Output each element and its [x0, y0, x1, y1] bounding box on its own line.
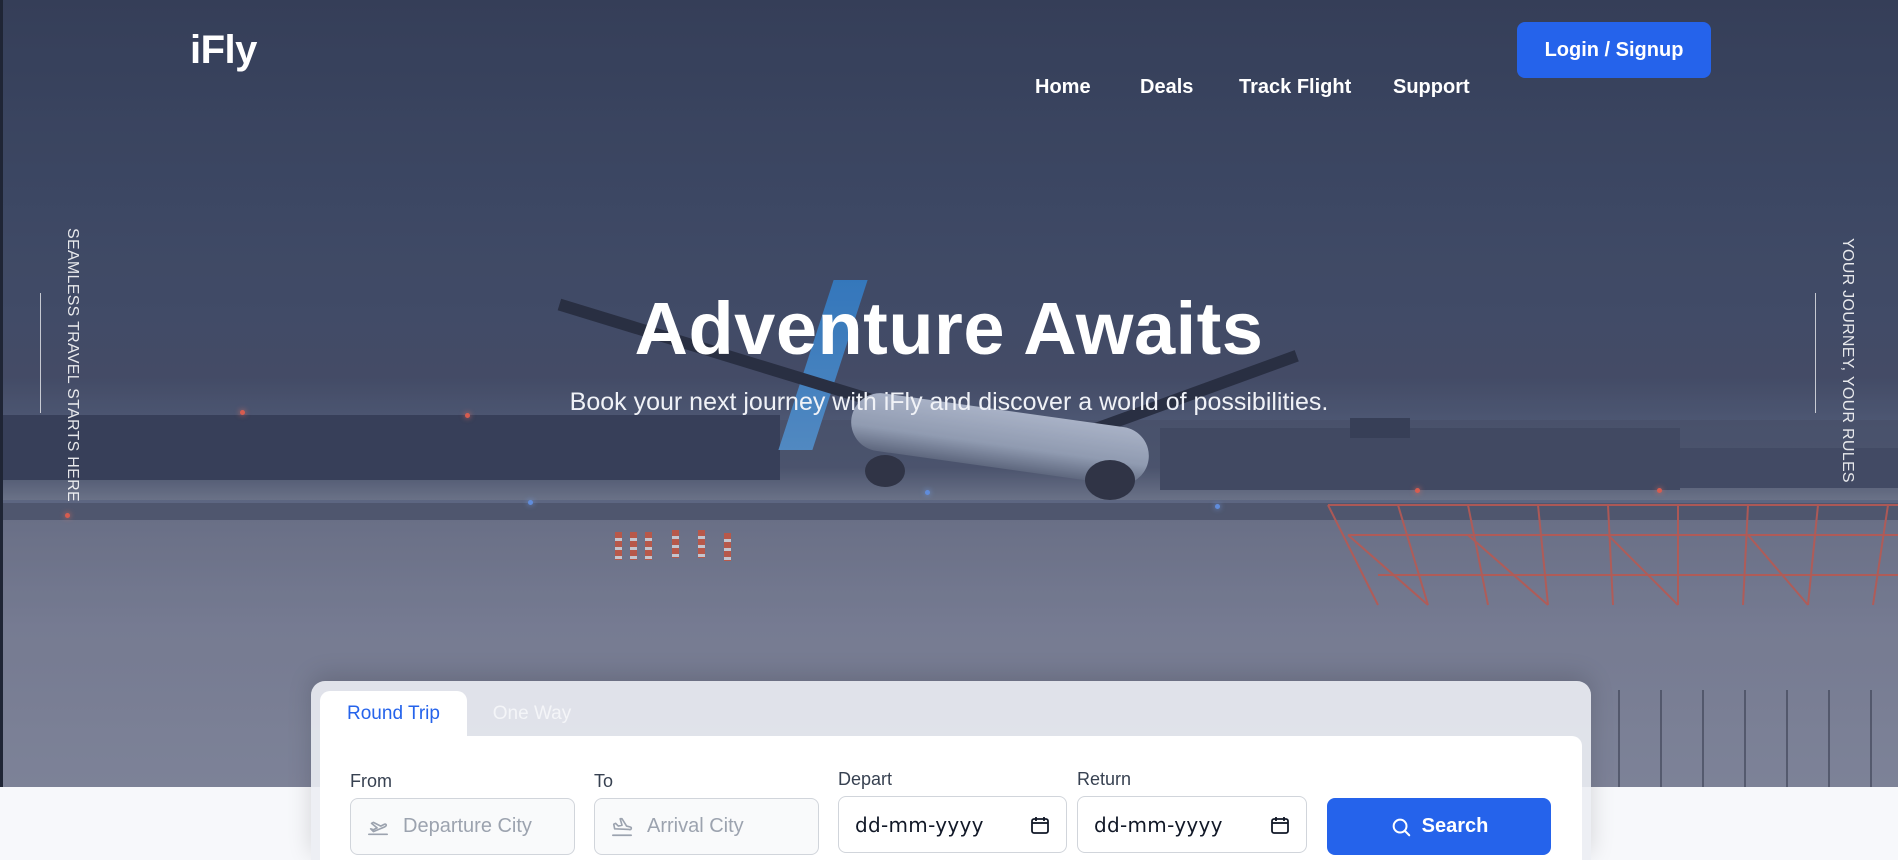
return-date-input[interactable]: dd-mm-yyyy: [1077, 796, 1307, 853]
return-label: Return: [1077, 769, 1132, 789]
from-input[interactable]: Departure City: [350, 798, 575, 855]
calendar-icon[interactable]: [1030, 815, 1050, 835]
search-button[interactable]: Search: [1327, 798, 1551, 855]
return-value: dd-mm-yyyy: [1094, 812, 1223, 837]
depart-value: dd-mm-yyyy: [855, 812, 984, 837]
plane-landing-icon: [611, 816, 633, 838]
tab-round-trip[interactable]: Round Trip: [320, 691, 467, 736]
calendar-icon[interactable]: [1270, 815, 1290, 835]
to-placeholder: Arrival City: [647, 815, 744, 837]
from-label: From: [350, 771, 392, 791]
login-signup-button[interactable]: Login / Signup: [1517, 22, 1711, 78]
nav-home[interactable]: Home: [1035, 76, 1091, 99]
hero-subtitle: Book your next journey with iFly and dis…: [569, 388, 1329, 416]
depart-date-input[interactable]: dd-mm-yyyy: [838, 796, 1067, 853]
depart-label: Depart: [838, 769, 893, 789]
nav-deals[interactable]: Deals: [1140, 76, 1193, 99]
hero-title: Adventure Awaits: [634, 287, 1264, 370]
from-placeholder: Departure City: [403, 815, 532, 837]
nav-support[interactable]: Support: [1393, 76, 1470, 99]
search-icon: [1390, 816, 1412, 838]
search-label: Search: [1421, 815, 1489, 837]
brand-logo[interactable]: iFly: [190, 28, 257, 73]
to-label: To: [594, 771, 614, 791]
to-input[interactable]: Arrival City: [594, 798, 819, 855]
tab-one-way[interactable]: One Way: [467, 691, 597, 736]
plane-takeoff-icon: [367, 816, 389, 838]
nav-track-flight[interactable]: Track Flight: [1239, 76, 1351, 99]
